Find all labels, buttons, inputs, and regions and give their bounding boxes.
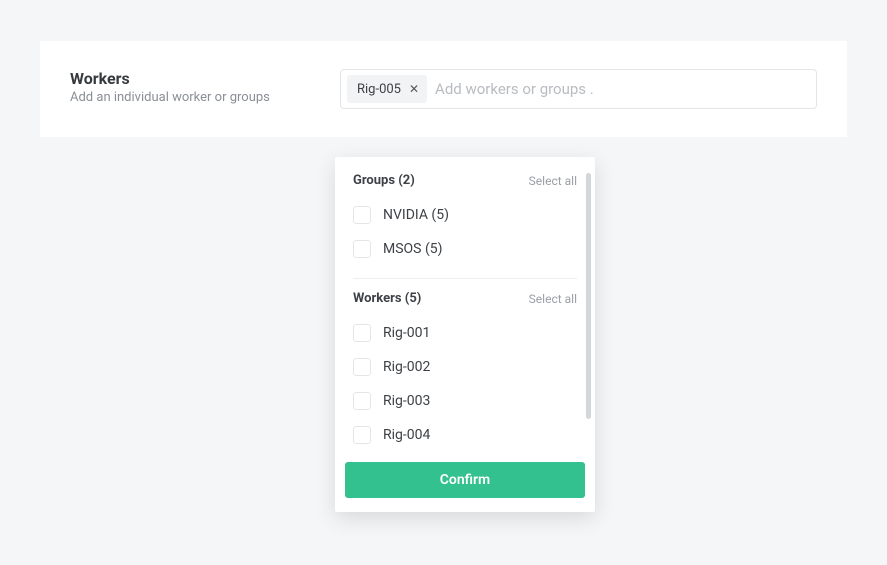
list-item[interactable]: Rig-002 [353,350,577,384]
checkbox[interactable] [353,206,371,224]
close-icon[interactable]: ✕ [409,83,419,95]
card-header-text: Workers Add an individual worker or grou… [70,69,340,105]
scrollbar[interactable] [586,173,591,419]
worker-item-label: Rig-004 [383,427,430,443]
workers-input-wrap[interactable]: Rig-005 ✕ [340,69,817,109]
section-subtitle: Add an individual worker or groups [70,90,340,105]
workers-input[interactable] [435,71,810,107]
checkbox[interactable] [353,426,371,444]
confirm-button[interactable]: Confirm [345,462,585,498]
workers-header: Workers (5) [353,291,421,306]
checkbox[interactable] [353,324,371,342]
card-field-area: Rig-005 ✕ [340,69,817,109]
section-title: Workers [70,69,340,88]
worker-item-label: Rig-002 [383,359,430,375]
list-item[interactable]: MSOS (5) [353,232,577,266]
group-item-label: MSOS (5) [383,241,443,257]
worker-item-label: Rig-003 [383,393,430,409]
list-item[interactable]: Rig-001 [353,316,577,350]
groups-section-head: Groups (2) Select all [353,173,577,188]
checkbox[interactable] [353,358,371,376]
worker-item-label: Rig-001 [383,325,430,341]
workers-dropdown: Groups (2) Select all NVIDIA (5) MSOS (5… [335,157,595,512]
groups-header: Groups (2) [353,173,415,188]
workers-card: Workers Add an individual worker or grou… [40,41,847,137]
workers-section-head: Workers (5) Select all [353,291,577,306]
worker-chip-label: Rig-005 [357,82,401,97]
list-item[interactable]: Rig-003 [353,384,577,418]
list-item[interactable]: Rig-004 [353,418,577,452]
select-all-workers[interactable]: Select all [529,292,577,306]
list-item[interactable]: NVIDIA (5) [353,198,577,232]
worker-chip: Rig-005 ✕ [347,75,427,103]
checkbox[interactable] [353,240,371,258]
group-item-label: NVIDIA (5) [383,207,449,223]
confirm-wrap: Confirm [335,452,595,498]
select-all-groups[interactable]: Select all [529,174,577,188]
dropdown-scroll-area[interactable]: Groups (2) Select all NVIDIA (5) MSOS (5… [335,169,595,452]
checkbox[interactable] [353,392,371,410]
section-divider [353,278,577,279]
